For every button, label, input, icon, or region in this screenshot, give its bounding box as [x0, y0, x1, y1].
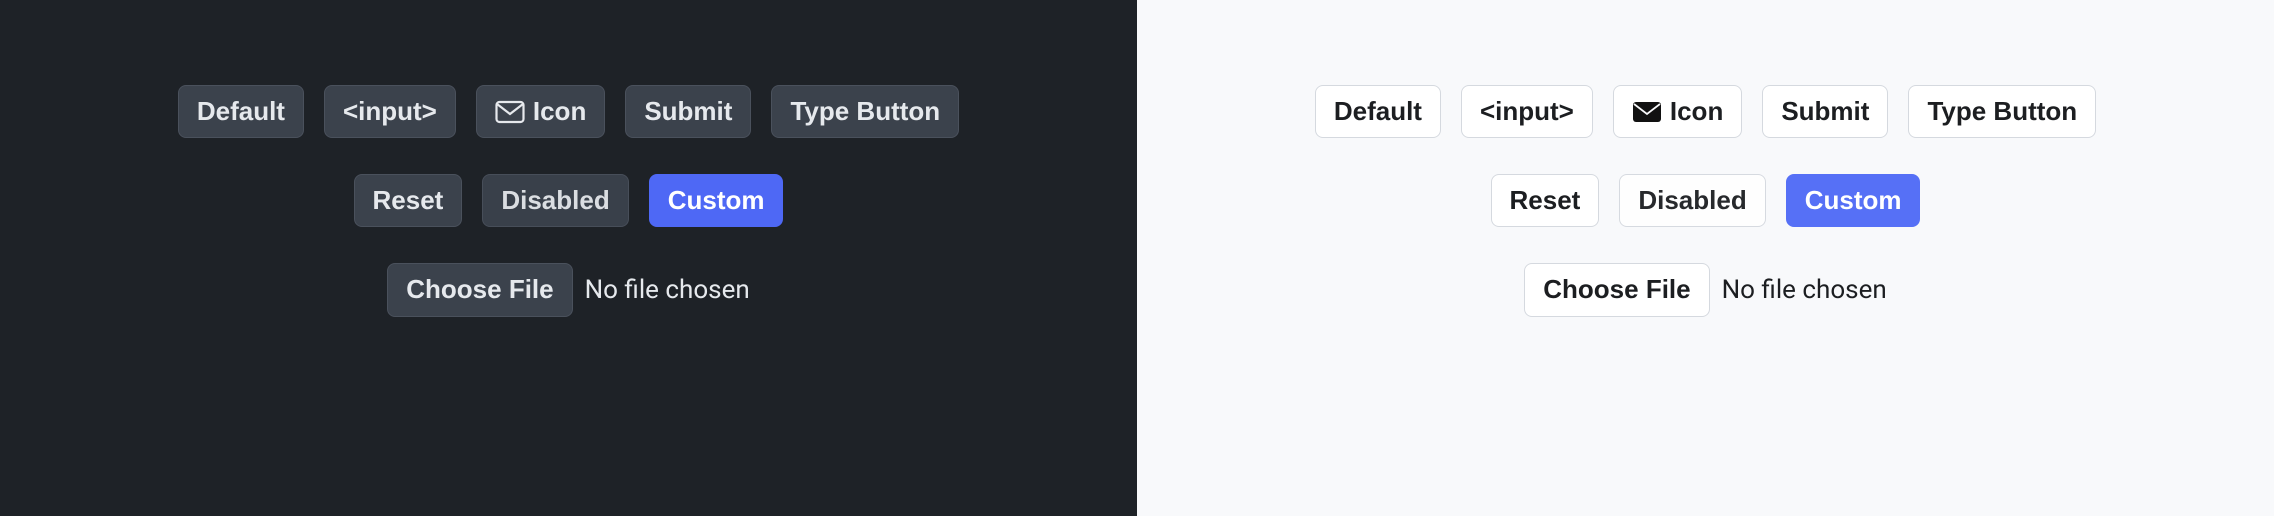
icon-button[interactable]: Icon — [1613, 85, 1742, 138]
reset-button[interactable]: Reset — [1491, 174, 1600, 227]
default-button[interactable]: Default — [178, 85, 304, 138]
file-status-label: No file chosen — [585, 275, 750, 305]
disabled-button: Disabled — [482, 174, 628, 227]
submit-button[interactable]: Submit — [625, 85, 751, 138]
envelope-icon — [1632, 100, 1662, 124]
icon-button-label: Icon — [1670, 96, 1723, 127]
input-button[interactable]: <input> — [324, 85, 456, 138]
file-status-label: No file chosen — [1722, 275, 1887, 305]
dark-theme-panel: Default <input> Icon Submit Type Button … — [0, 0, 1137, 516]
default-button[interactable]: Default — [1315, 85, 1441, 138]
input-button[interactable]: <input> — [1461, 85, 1593, 138]
button-row-2: Reset Disabled Custom — [1491, 174, 1921, 227]
file-input-row: Choose File No file chosen — [1524, 263, 1886, 316]
reset-button[interactable]: Reset — [354, 174, 463, 227]
file-input-row: Choose File No file chosen — [387, 263, 749, 316]
custom-button[interactable]: Custom — [649, 174, 784, 227]
button-row-1: Default <input> Icon Submit Type Button — [1315, 85, 2096, 138]
icon-button[interactable]: Icon — [476, 85, 605, 138]
envelope-icon — [495, 100, 525, 124]
button-row-2: Reset Disabled Custom — [354, 174, 784, 227]
choose-file-button[interactable]: Choose File — [387, 263, 572, 316]
light-theme-panel: Default <input> Icon Submit Type Button … — [1137, 0, 2274, 516]
type-button[interactable]: Type Button — [1908, 85, 2096, 138]
button-row-1: Default <input> Icon Submit Type Button — [178, 85, 959, 138]
custom-button[interactable]: Custom — [1786, 174, 1921, 227]
choose-file-button[interactable]: Choose File — [1524, 263, 1709, 316]
icon-button-label: Icon — [533, 96, 586, 127]
type-button[interactable]: Type Button — [771, 85, 959, 138]
submit-button[interactable]: Submit — [1762, 85, 1888, 138]
disabled-button: Disabled — [1619, 174, 1765, 227]
